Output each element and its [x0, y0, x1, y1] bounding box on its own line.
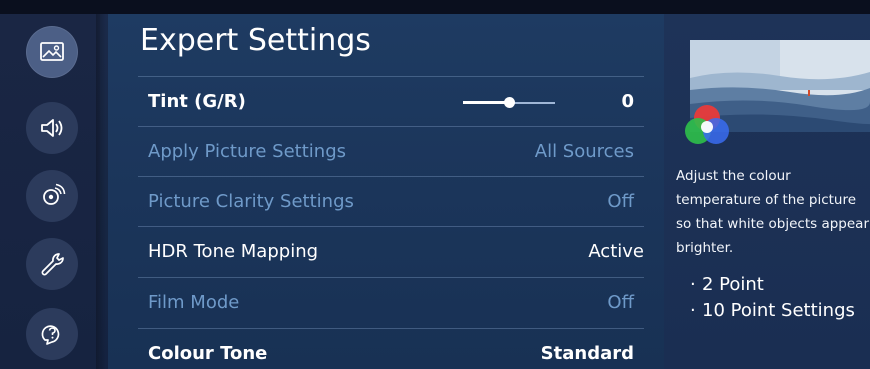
menu-item-label: Tint (G/R) [148, 91, 246, 112]
menu-item-label: Picture Clarity Settings [148, 191, 354, 212]
menu-item-label: Film Mode [148, 292, 240, 313]
description-line: so that white objects appear [676, 216, 869, 232]
menu-item-colour-tone[interactable]: Colour Tone Standard [138, 328, 644, 369]
info-description: Adjust the colour temperature of the pic… [676, 164, 870, 260]
sidebar-item-sound[interactable] [26, 102, 78, 154]
menu-item-label: HDR Tone Mapping [148, 241, 319, 262]
picture-icon [40, 42, 64, 61]
help-icon [41, 325, 60, 345]
expert-settings-menu: Expert Settings Tint (G/R) 0 Apply Pictu… [108, 14, 664, 369]
menu-item-value: Off [607, 191, 634, 212]
sidebar-item-picture[interactable] [26, 26, 78, 78]
menu-item-value: Active [588, 241, 644, 262]
description-line: brighter. [676, 240, 734, 256]
option-label: 10 Point Settings [702, 300, 855, 321]
description-line: temperature of the picture [676, 192, 857, 208]
option-10-point: · 10 Point Settings [690, 300, 855, 321]
menu-item-label: Apply Picture Settings [148, 141, 346, 162]
tint-slider-fill [463, 101, 509, 104]
tint-slider-knob[interactable] [504, 97, 515, 108]
option-bullet: · [690, 300, 696, 321]
option-2-point: · 2 Point [690, 274, 764, 295]
menu-item-value: 0 [621, 91, 634, 112]
menu-item-tint[interactable]: Tint (G/R) 0 [138, 76, 644, 126]
sidebar-item-help[interactable] [26, 308, 78, 360]
menu-item-value: All Sources [534, 141, 634, 162]
description-line: Adjust the colour [676, 168, 791, 184]
broadcast-icon [43, 183, 66, 205]
page-title: Expert Settings [140, 23, 371, 58]
top-strip [0, 0, 870, 14]
rgb-colour-icon [685, 105, 729, 144]
option-label: 2 Point [702, 274, 764, 295]
option-bullet: · [690, 274, 696, 295]
menu-item-film-mode[interactable]: Film Mode Off [138, 277, 644, 327]
info-panel: Adjust the colour temperature of the pic… [664, 14, 870, 369]
menu-item-picture-clarity-settings[interactable]: Picture Clarity Settings Off [138, 176, 644, 226]
sound-icon [41, 119, 63, 137]
menu-item-apply-picture-settings[interactable]: Apply Picture Settings All Sources [138, 126, 644, 176]
sidebar-item-broadcasting[interactable] [26, 170, 78, 222]
menu-item-label: Colour Tone [148, 343, 268, 364]
sidebar-item-support[interactable] [26, 238, 78, 290]
menu-item-value: Standard [540, 343, 634, 364]
tv-settings-screen: Expert Settings Tint (G/R) 0 Apply Pictu… [0, 0, 870, 369]
support-wrench-icon [41, 253, 64, 276]
sidebar-edge [96, 14, 106, 369]
menu-item-hdr-tone-mapping[interactable]: HDR Tone Mapping Active [138, 226, 644, 276]
menu-item-value: Off [607, 292, 634, 313]
